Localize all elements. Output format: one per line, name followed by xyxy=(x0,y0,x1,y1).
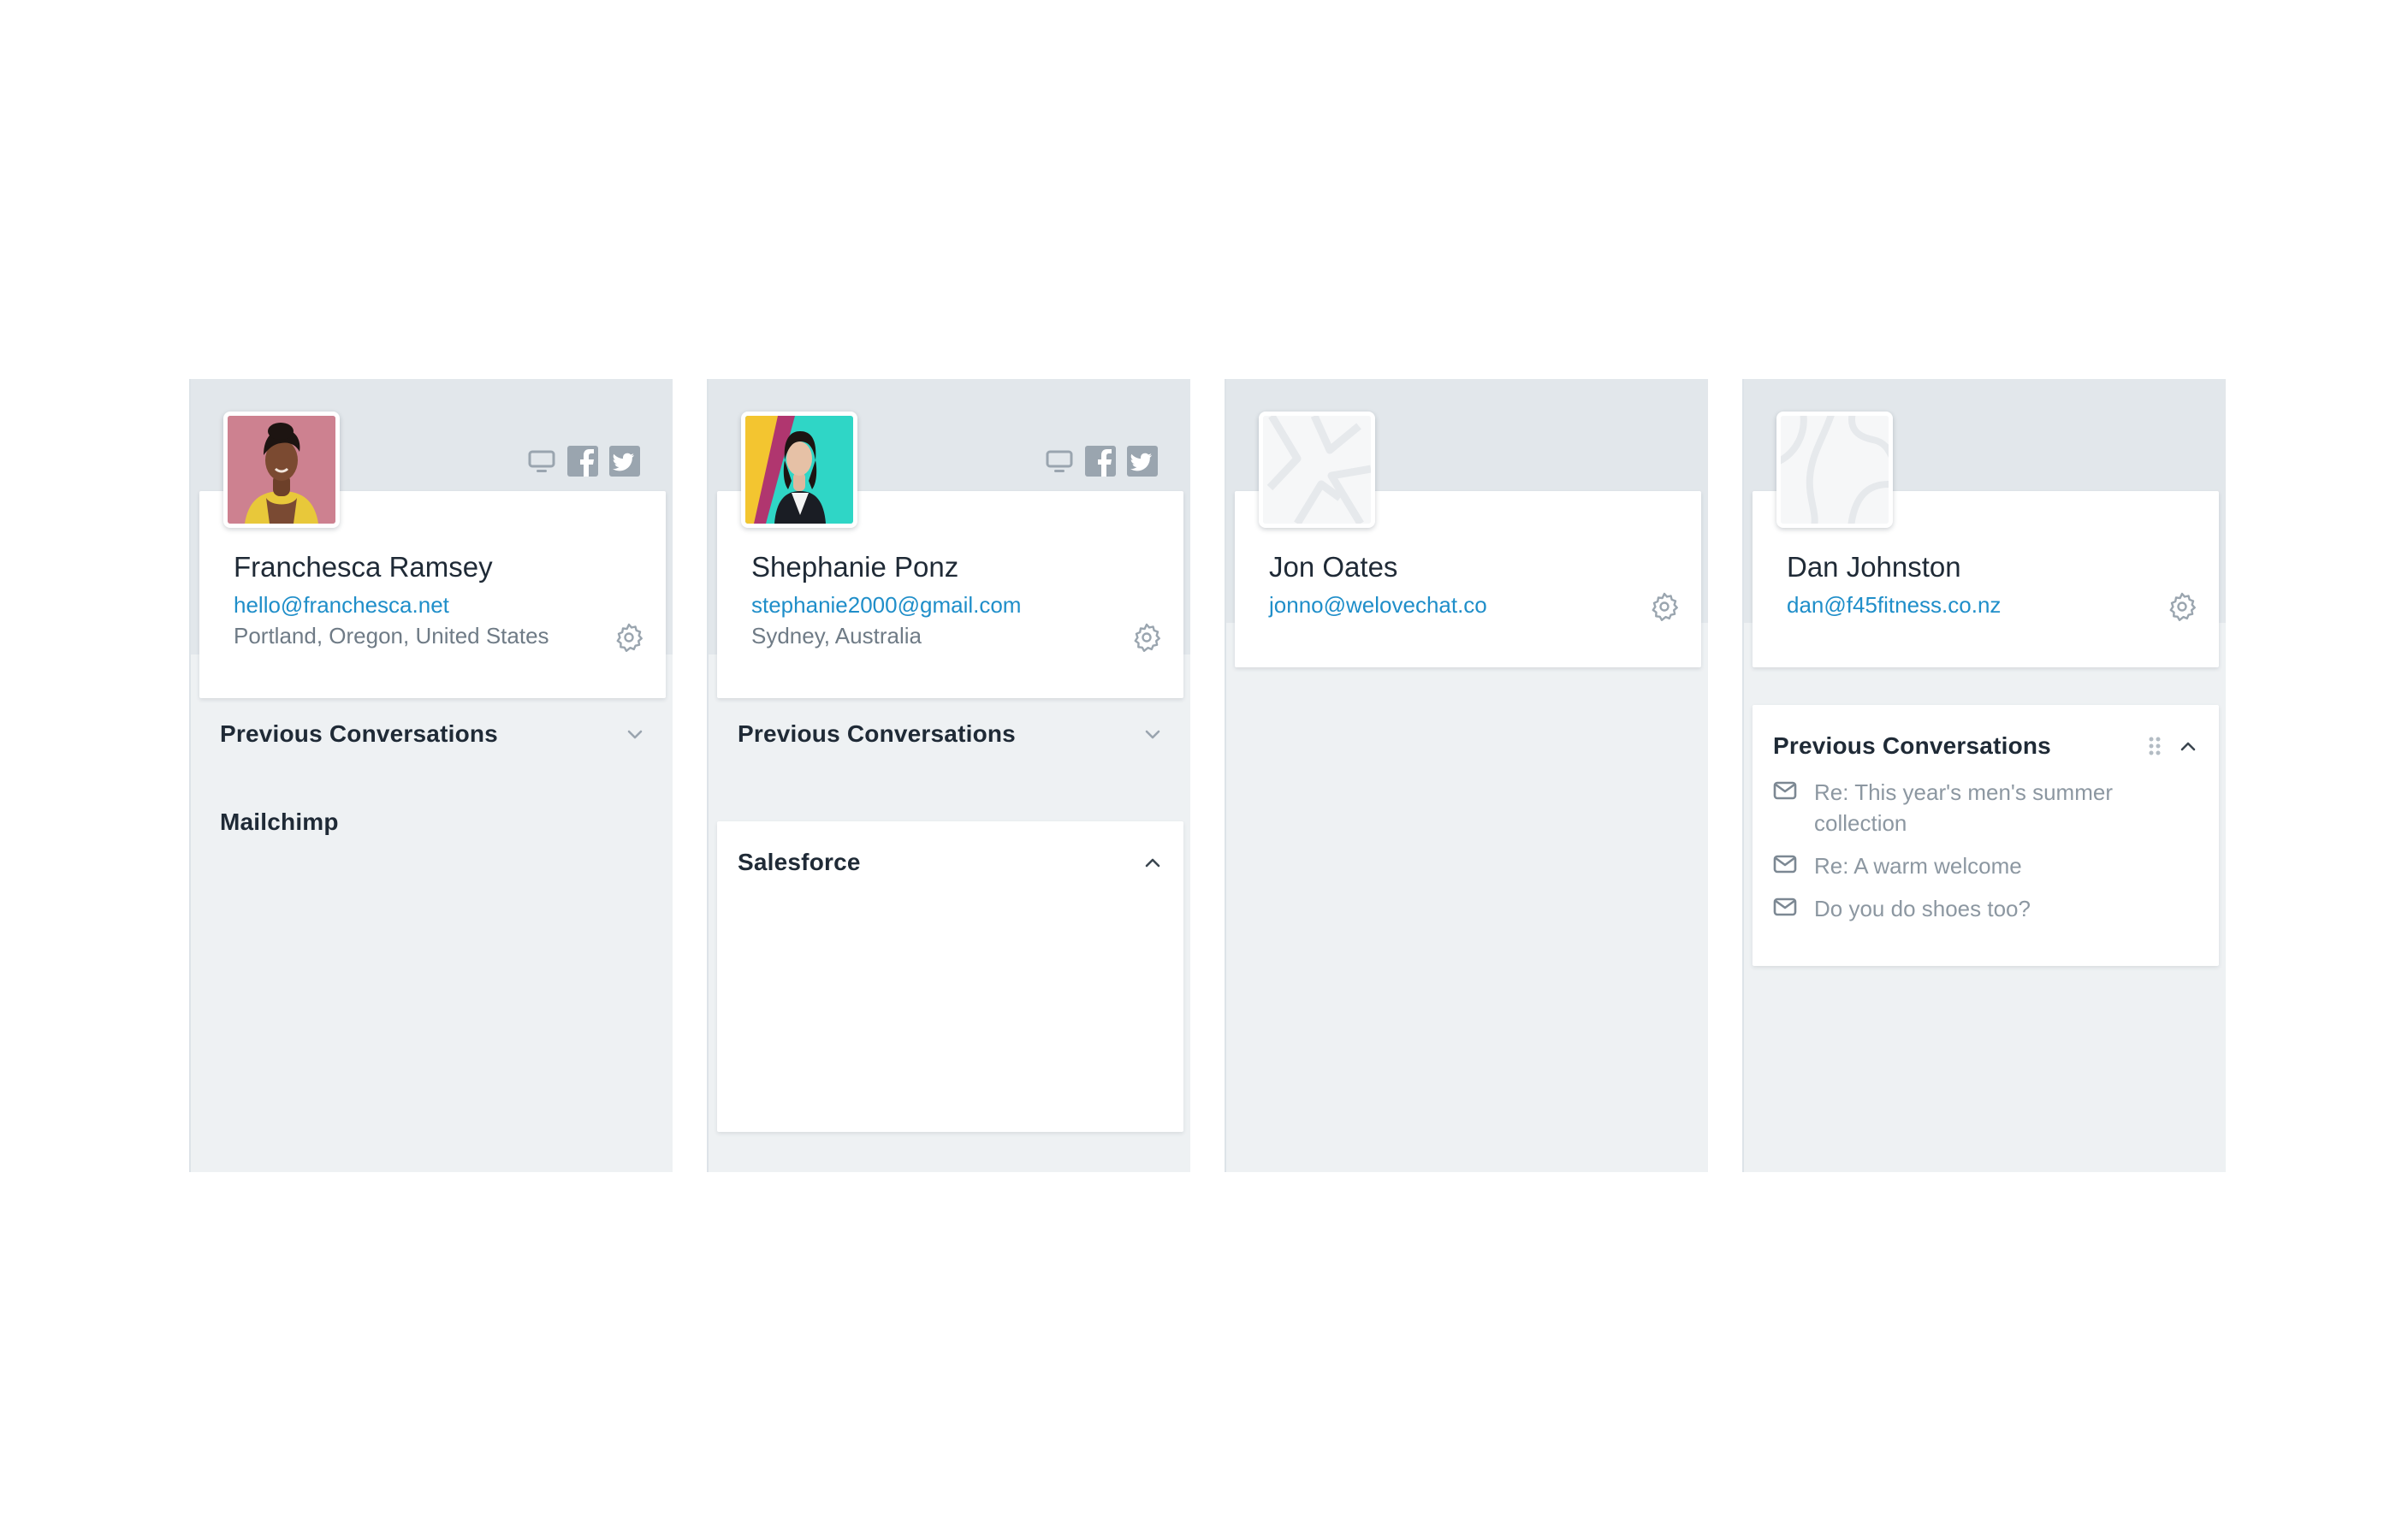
settings-gear-icon[interactable] xyxy=(614,623,643,652)
conversation-list: Re: This year's men's summer collection … xyxy=(1773,777,2201,936)
contact-location: Sydney, Australia xyxy=(751,623,922,649)
conversation-subject: Do you do shoes too? xyxy=(1814,896,2031,921)
section-title: Mailchimp xyxy=(220,808,339,835)
settings-gear-icon[interactable] xyxy=(1650,592,1679,621)
contact-panel: Franchesca Ramsey hello@franchesca.net P… xyxy=(189,379,673,1172)
facebook-icon[interactable] xyxy=(567,446,598,477)
chevron-up-icon[interactable] xyxy=(1144,856,1161,868)
section-title: Salesforce xyxy=(738,849,861,875)
monitor-icon[interactable] xyxy=(527,447,556,476)
section-title: Previous Conversations xyxy=(1773,732,2051,759)
drag-handle-icon[interactable] xyxy=(2149,737,2161,755)
conversation-subject: Re: A warm welcome xyxy=(1814,853,2022,879)
contact-email-link[interactable]: jonno@welovechat.co xyxy=(1269,592,1487,619)
section-salesforce: Salesforce xyxy=(717,821,1183,1132)
avatar xyxy=(741,412,857,528)
twitter-icon[interactable] xyxy=(1127,446,1158,477)
envelope-icon xyxy=(1773,897,1797,916)
contact-email-link[interactable]: dan@f45fitness.co.nz xyxy=(1787,592,2001,619)
chevron-up-icon[interactable] xyxy=(2180,740,2197,752)
contact-email-link[interactable]: stephanie2000@gmail.com xyxy=(751,592,1021,619)
contact-location: Portland, Oregon, United States xyxy=(234,623,549,649)
avatar xyxy=(223,412,340,528)
contact-name: Jon Oates xyxy=(1269,551,1398,583)
section-previous-conversations[interactable]: Previous Conversations xyxy=(199,693,666,775)
conversation-subject: Re: This year's men's summer collection xyxy=(1814,779,2113,836)
contact-name: Dan Johnston xyxy=(1787,551,1961,583)
envelope-icon xyxy=(1773,855,1797,874)
settings-gear-icon[interactable] xyxy=(2168,592,2197,621)
contact-name: Shephanie Ponz xyxy=(751,551,959,583)
chevron-down-icon[interactable] xyxy=(626,728,643,740)
social-icons xyxy=(1045,446,1158,477)
contact-name: Franchesca Ramsey xyxy=(234,551,493,583)
contact-panel: Jon Oates jonno@welovechat.co xyxy=(1225,379,1708,1172)
section-header-previous-conversations[interactable]: Previous Conversations xyxy=(1753,705,2219,787)
chevron-down-icon[interactable] xyxy=(1144,728,1161,740)
section-title: Previous Conversations xyxy=(738,720,1016,747)
conversation-item[interactable]: Do you do shoes too? xyxy=(1773,893,2201,924)
section-previous-conversations: Previous Conversations Re: This year's m… xyxy=(1753,705,2219,966)
social-icons xyxy=(527,446,640,477)
contact-panel: Dan Johnston dan@f45fitness.co.nz Previo… xyxy=(1742,379,2226,1172)
section-mailchimp[interactable]: Mailchimp xyxy=(199,781,666,863)
envelope-icon xyxy=(1773,781,1797,800)
settings-gear-icon[interactable] xyxy=(1132,623,1161,652)
avatar-placeholder xyxy=(1259,412,1375,528)
facebook-icon[interactable] xyxy=(1085,446,1116,477)
section-header-salesforce[interactable]: Salesforce xyxy=(717,821,1183,903)
avatar-placeholder xyxy=(1776,412,1893,528)
contact-panel: Shephanie Ponz stephanie2000@gmail.com S… xyxy=(707,379,1190,1172)
contact-email-link[interactable]: hello@franchesca.net xyxy=(234,592,449,619)
section-title: Previous Conversations xyxy=(220,720,498,747)
section-previous-conversations[interactable]: Previous Conversations xyxy=(717,693,1183,775)
monitor-icon[interactable] xyxy=(1045,447,1074,476)
conversation-item[interactable]: Re: A warm welcome xyxy=(1773,850,2201,881)
twitter-icon[interactable] xyxy=(609,446,640,477)
conversation-item[interactable]: Re: This year's men's summer collection xyxy=(1773,777,2150,838)
